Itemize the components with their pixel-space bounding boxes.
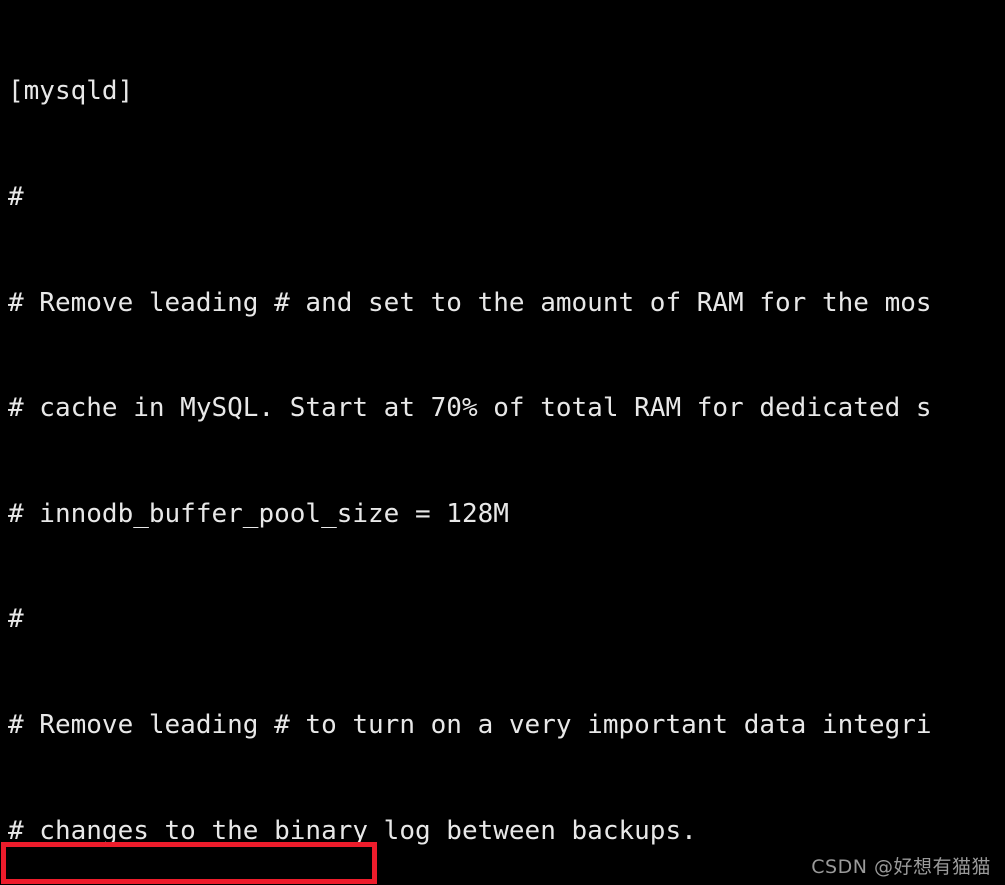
code-line: # xyxy=(8,604,24,635)
terminal-screen: [mysqld] # # Remove leading # and set to… xyxy=(0,0,1005,885)
code-line: # Remove leading # and set to the amount… xyxy=(8,287,932,318)
code-line: # xyxy=(8,182,24,212)
csdn-watermark: CSDN @好想有猫猫 xyxy=(811,856,991,878)
code-line: # changes to the binary log between back… xyxy=(8,815,697,846)
code-line: [mysqld] xyxy=(8,76,134,107)
config-file-text-area[interactable]: [mysqld] # # Remove leading # and set to… xyxy=(0,0,1005,885)
code-line: # innodb_buffer_pool_size = 128M xyxy=(8,498,509,529)
code-line: # Remove leading # to turn on a very imp… xyxy=(8,709,932,740)
code-line: # cache in MySQL. Start at 70% of total … xyxy=(8,393,932,424)
